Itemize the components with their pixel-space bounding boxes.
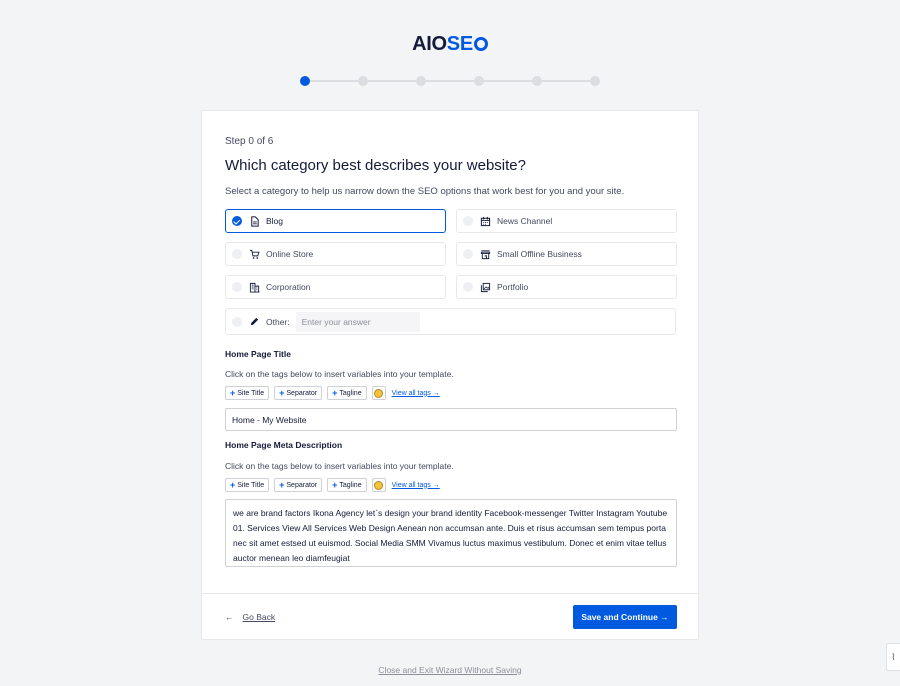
plus-icon: + [332,388,338,398]
tag-site-title-button[interactable]: + Site Title [225,478,270,492]
category-label: Small Offline Business [497,249,582,259]
home-desc-tags: + Site Title + Separator + Tagline View all… [225,478,440,492]
plus-icon: + [279,388,285,398]
page-title: Which category best describes your websi… [225,157,526,174]
emoji-icon [374,388,384,398]
save-and-continue-button[interactable]: Save and Continue → [573,605,677,629]
category-blog[interactable]: Blog [225,209,446,233]
home-title-input[interactable]: Home - My Website [225,408,677,431]
tag-label: Separator [286,481,318,489]
logo-text-seo: SE [446,33,473,55]
tag-separator-button[interactable]: + Separator [274,478,323,492]
pencil-icon [249,316,260,327]
home-desc-textarea[interactable]: we are brand factors Ikona Agency let`s … [225,499,677,567]
calendar-icon [480,216,491,227]
storefront-icon [480,249,491,260]
arrow-left-icon: ← [225,612,234,622]
aioseo-logo: AIOSE [0,33,900,56]
category-label: Blog [266,216,284,226]
page-subtitle: Select a category to help us narrow down… [225,186,625,197]
category-label: Online Store [266,249,314,259]
radio-icon [232,282,242,292]
category-other[interactable]: Other: [225,308,676,335]
go-back-link[interactable]: ← Go Back [225,612,275,622]
tag-label: Tagline [339,481,362,489]
radio-icon [463,216,473,226]
tag-label: Separator [286,389,318,397]
progress-step-4 [474,76,484,86]
logo-text-aio: AIO [412,33,447,55]
document-icon [249,215,260,227]
side-widget-button[interactable]: ⌇ [886,643,900,671]
progress-line [484,80,532,82]
home-desc-hint: Click on the tags below to insert variab… [225,461,454,471]
progress-step-6 [590,76,600,86]
home-title-tags: + Site Title + Separator + Tagline View all… [225,386,440,400]
radio-icon [463,249,473,259]
home-desc-label: Home Page Meta Description [225,440,343,450]
go-back-label: Go Back [242,612,276,622]
plus-icon: + [230,388,236,398]
category-small-offline-business[interactable]: Small Offline Business [456,242,677,266]
plus-icon: + [230,480,236,490]
progress-step-3 [416,76,426,86]
radio-checked-icon [232,216,242,226]
close-exit-wizard-link[interactable]: Close and Exit Wizard Without Saving [0,665,900,675]
tag-label: Site Title [237,389,265,397]
radio-icon [232,249,242,259]
plus-icon: + [332,480,338,490]
progress-line [426,80,474,82]
view-all-tags-link[interactable]: View all tags → [392,482,440,489]
home-title-label: Home Page Title [225,349,291,359]
category-corporation[interactable]: Corporation [225,275,446,299]
category-label: Portfolio [497,282,529,292]
progress-step-2 [358,76,368,86]
wizard-progress [300,76,600,86]
widget-icon: ⌇ [891,651,896,662]
emoji-button[interactable] [371,478,386,492]
progress-line [310,80,358,82]
wizard-card: Step 0 of 6 Which category best describe… [201,110,699,640]
cart-icon [249,249,260,260]
home-title-hint: Click on the tags below to insert variab… [225,369,454,379]
tag-tagline-button[interactable]: + Tagline [327,386,367,400]
gallery-icon [480,282,491,293]
view-all-tags-link[interactable]: View all tags → [392,390,440,397]
radio-icon [232,316,242,327]
category-label: Corporation [266,282,311,292]
other-label: Other: [266,316,290,327]
tag-label: Site Title [237,481,265,489]
building-icon [249,282,260,293]
category-label: News Channel [497,216,553,226]
other-answer-input[interactable] [295,311,420,332]
category-online-store[interactable]: Online Store [225,242,446,266]
category-news-channel[interactable]: News Channel [456,209,677,233]
radio-icon [463,282,473,292]
logo-gear-icon [473,37,488,51]
category-portfolio[interactable]: Portfolio [456,275,677,299]
tag-label: Tagline [339,389,362,397]
emoji-icon [374,480,384,490]
plus-icon: + [279,480,285,490]
step-label: Step 0 of 6 [225,136,274,147]
progress-step-5 [532,76,542,86]
progress-step-1 [300,76,310,86]
tag-separator-button[interactable]: + Separator [274,386,323,400]
progress-line [368,80,416,82]
progress-line [542,80,590,82]
emoji-button[interactable] [371,386,386,400]
footer-divider [202,593,698,594]
tag-tagline-button[interactable]: + Tagline [327,478,367,492]
tag-site-title-button[interactable]: + Site Title [225,386,270,400]
